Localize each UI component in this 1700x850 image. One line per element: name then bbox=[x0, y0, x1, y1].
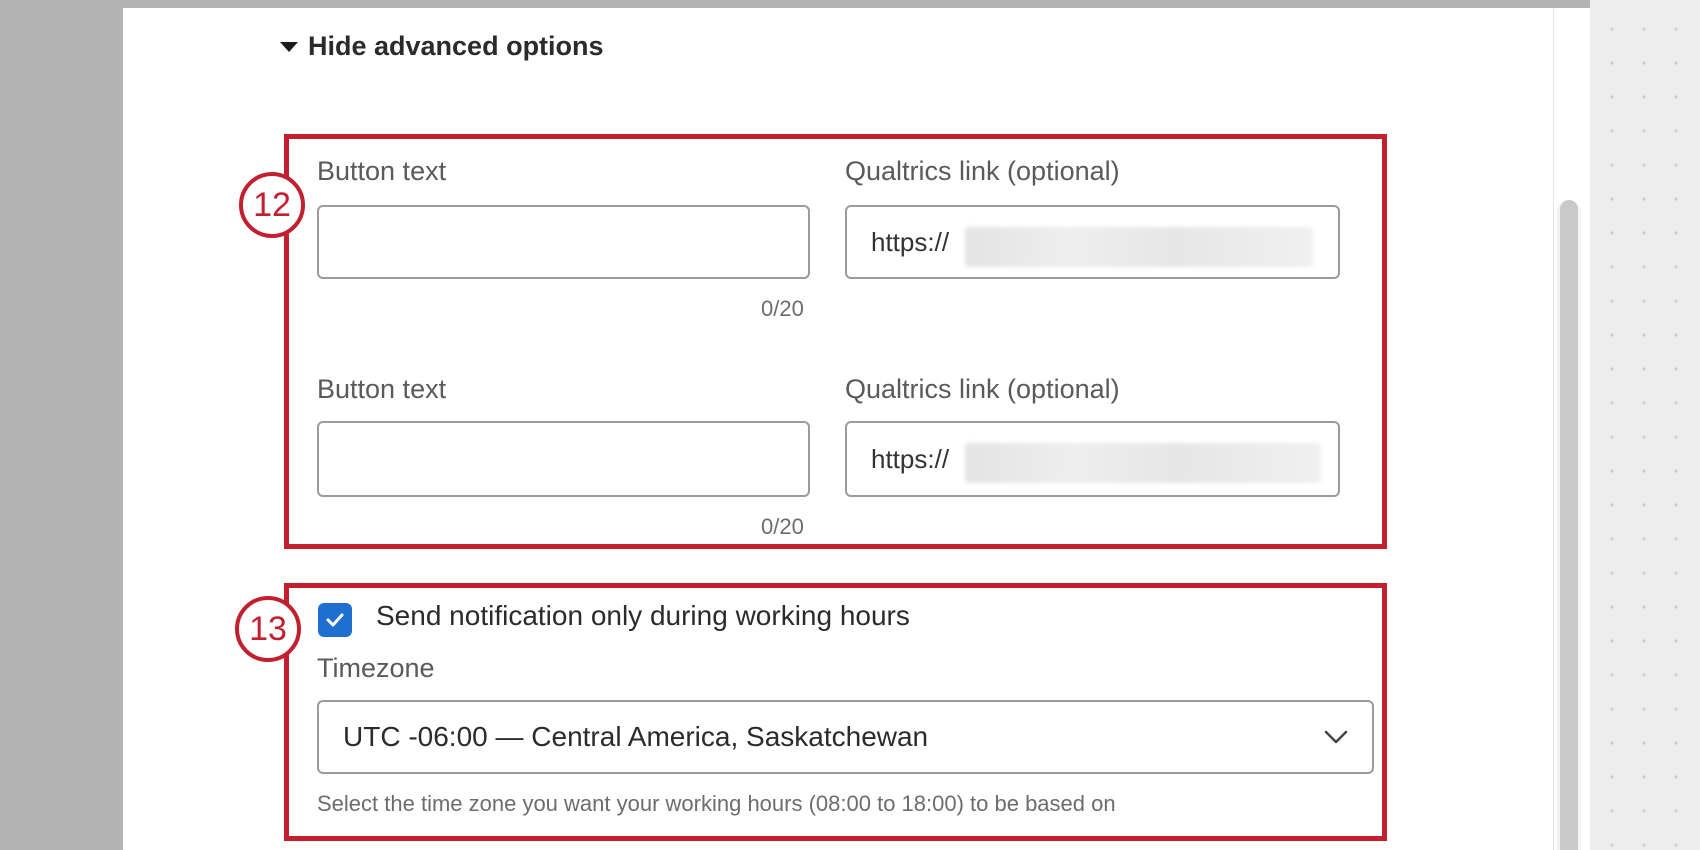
checkmark-icon bbox=[326, 613, 344, 627]
chevron-down-icon bbox=[1324, 730, 1348, 744]
timezone-selected-value: UTC -06:00 — Central America, Saskatchew… bbox=[343, 721, 929, 752]
redacted-url bbox=[965, 227, 1313, 267]
advanced-options-label: Hide advanced options bbox=[308, 30, 604, 61]
caret-down-icon bbox=[280, 42, 298, 52]
qualtrics-link-label: Qualtrics link (optional) bbox=[845, 156, 1120, 186]
step-badge: 12 bbox=[239, 172, 305, 238]
timezone-select[interactable]: UTC -06:00 — Central America, Saskatchew… bbox=[317, 700, 1374, 774]
divider bbox=[1553, 8, 1554, 850]
scrollbar-thumb[interactable] bbox=[1560, 200, 1578, 850]
working-hours-checkbox-label[interactable]: Send notification only during working ho… bbox=[376, 600, 910, 632]
timezone-label: Timezone bbox=[317, 653, 435, 683]
button-text-input[interactable] bbox=[317, 421, 810, 497]
qualtrics-link-label: Qualtrics link (optional) bbox=[845, 374, 1120, 404]
button-text-input[interactable] bbox=[317, 205, 810, 279]
redacted-url bbox=[965, 443, 1321, 483]
button-text-label: Button text bbox=[317, 156, 447, 186]
character-counter: 0/20 bbox=[761, 296, 804, 321]
working-hours-checkbox[interactable] bbox=[318, 603, 352, 637]
background-pattern bbox=[1590, 0, 1700, 850]
step-badge: 13 bbox=[235, 596, 301, 662]
timezone-helper-text: Select the time zone you want your worki… bbox=[317, 791, 1116, 816]
character-counter: 0/20 bbox=[761, 514, 804, 539]
hide-advanced-options-toggle[interactable]: Hide advanced options bbox=[280, 28, 604, 64]
button-text-label: Button text bbox=[317, 374, 447, 404]
